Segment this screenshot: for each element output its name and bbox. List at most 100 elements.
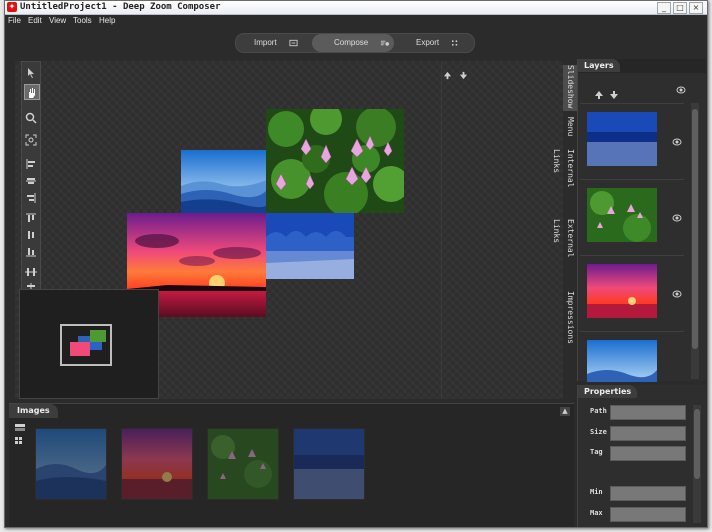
import-icon — [289, 39, 298, 47]
blue-forest-image — [266, 213, 354, 279]
lotus-flowers-image — [266, 109, 404, 213]
image-thumbnail-pink-sunset[interactable] — [121, 428, 193, 500]
compose-mode-button[interactable]: Compose — [312, 34, 394, 52]
photo-blue-mountains[interactable] — [181, 150, 267, 214]
app-logo-icon: ✦ — [7, 2, 17, 12]
export-mode-button[interactable]: Export — [394, 34, 474, 52]
photo-lotus-flowers[interactable] — [266, 109, 404, 213]
images-panel-title: Images — [9, 404, 58, 418]
layer-thumbnail-pink-sunset — [587, 264, 657, 318]
layer-down-icon[interactable] — [609, 90, 619, 100]
navigator-viewport[interactable] — [60, 324, 112, 366]
align-right-icon[interactable] — [24, 190, 38, 204]
align-middle-icon[interactable] — [24, 227, 38, 241]
thumbnail-art — [122, 429, 192, 499]
layers-scroll-thumb[interactable] — [692, 109, 698, 349]
menu-help[interactable]: Help — [99, 16, 115, 25]
min-label: Min — [590, 488, 603, 496]
eye-icon[interactable] — [676, 86, 686, 94]
properties-scrollbar[interactable] — [693, 405, 701, 523]
close-button[interactable]: × — [689, 2, 703, 14]
layer-thumbnail-lotus-flowers — [587, 188, 657, 242]
thumbnail-art — [36, 429, 106, 499]
align-bottom-icon[interactable] — [24, 244, 38, 258]
image-thumbnail-lotus-flowers[interactable] — [207, 428, 279, 500]
navigator-minimap[interactable] — [19, 289, 159, 399]
layer-item[interactable] — [580, 103, 684, 178]
layers-list — [578, 73, 706, 382]
align-left-icon[interactable] — [24, 156, 38, 170]
navigator-thumbnail — [70, 330, 106, 356]
fit-icon[interactable] — [24, 132, 38, 146]
arrow-up-icon[interactable] — [443, 71, 452, 80]
thumbnail-art — [294, 429, 364, 499]
align-center-icon[interactable] — [24, 173, 38, 187]
tab-slideshow[interactable]: Slideshow — [563, 65, 577, 111]
tab-menu[interactable]: Menu — [563, 117, 577, 141]
image-thumbnail-blue-mountains[interactable] — [35, 428, 107, 500]
layers-panel: Layers — [577, 59, 706, 382]
select-arrow-icon[interactable] — [24, 65, 38, 79]
tag-label: Tag — [590, 448, 603, 456]
menu-view[interactable]: View — [49, 16, 66, 25]
size-field[interactable] — [610, 426, 686, 441]
app-window: ✦ UntitledProject1 - Deep Zoom Composer … — [4, 0, 708, 528]
arrow-down-icon[interactable] — [459, 71, 468, 80]
layer-item[interactable] — [580, 179, 684, 254]
tab-external-links[interactable]: External Links — [552, 219, 577, 283]
menu-bar: File Edit View Tools Help — [5, 15, 707, 29]
layer-thumbnail-blue-forest — [587, 112, 657, 166]
distribute-horizontal-icon[interactable] — [24, 264, 38, 278]
import-mode-button[interactable]: Import — [236, 34, 312, 52]
properties-scroll-thumb[interactable] — [694, 409, 700, 479]
path-field[interactable] — [610, 405, 686, 420]
max-label: Max — [590, 509, 603, 517]
layer-item[interactable] — [580, 255, 684, 330]
tab-impressions[interactable]: Impressions — [563, 291, 577, 349]
list-view-icon[interactable] — [15, 424, 25, 432]
layer-thumbnail-blue-mountains — [587, 340, 657, 382]
size-label: Size — [590, 428, 607, 436]
layers-panel-title: Layers — [578, 59, 620, 72]
layer-item[interactable] — [580, 331, 684, 382]
compose-icon — [381, 40, 390, 46]
path-label: Path — [590, 407, 607, 415]
menu-file[interactable]: File — [8, 16, 21, 25]
tab-internal-links[interactable]: Internal Links — [552, 149, 577, 213]
max-field[interactable] — [610, 507, 686, 522]
export-mode-label: Export — [416, 38, 440, 47]
min-field[interactable] — [610, 486, 686, 501]
eye-icon[interactable] — [672, 138, 682, 146]
eye-icon[interactable] — [672, 290, 682, 298]
layer-order-controls — [594, 85, 619, 104]
import-mode-label: Import — [254, 38, 277, 47]
side-tabs: Slideshow Menu Internal Links External L… — [552, 61, 577, 399]
window-title: UntitledProject1 - Deep Zoom Composer — [20, 2, 221, 12]
zoom-icon[interactable] — [24, 110, 38, 124]
pan-hand-icon[interactable] — [24, 84, 40, 100]
layer-up-icon[interactable] — [594, 90, 604, 100]
compose-canvas[interactable] — [15, 61, 563, 399]
layers-scrollbar[interactable] — [691, 103, 699, 379]
layer-order-arrows — [443, 65, 470, 84]
export-icon — [452, 40, 458, 46]
properties-panel: Properties Path Size Tag Min Max — [577, 385, 706, 527]
align-top-icon[interactable] — [24, 210, 38, 224]
title-bar[interactable]: ✦ UntitledProject1 - Deep Zoom Composer … — [5, 1, 707, 15]
blue-mountains-image — [181, 150, 267, 214]
photo-blue-forest[interactable] — [266, 213, 354, 279]
menu-edit[interactable]: Edit — [28, 16, 42, 25]
grid-view-icon[interactable] — [15, 437, 25, 445]
maximize-button[interactable]: □ — [673, 2, 687, 14]
collapse-button[interactable]: ▲ — [560, 407, 570, 416]
thumbnail-art — [208, 429, 278, 499]
eye-icon[interactable] — [672, 214, 682, 222]
image-thumbnail-blue-forest[interactable] — [293, 428, 365, 500]
tag-field[interactable] — [610, 446, 686, 461]
minimize-button[interactable]: _ — [657, 2, 671, 14]
menu-tools[interactable]: Tools — [73, 16, 92, 25]
mode-switcher: Import Compose Export — [235, 33, 475, 53]
compose-mode-label: Compose — [334, 38, 369, 47]
canvas-divider — [441, 61, 442, 399]
properties-panel-title: Properties — [578, 385, 638, 398]
